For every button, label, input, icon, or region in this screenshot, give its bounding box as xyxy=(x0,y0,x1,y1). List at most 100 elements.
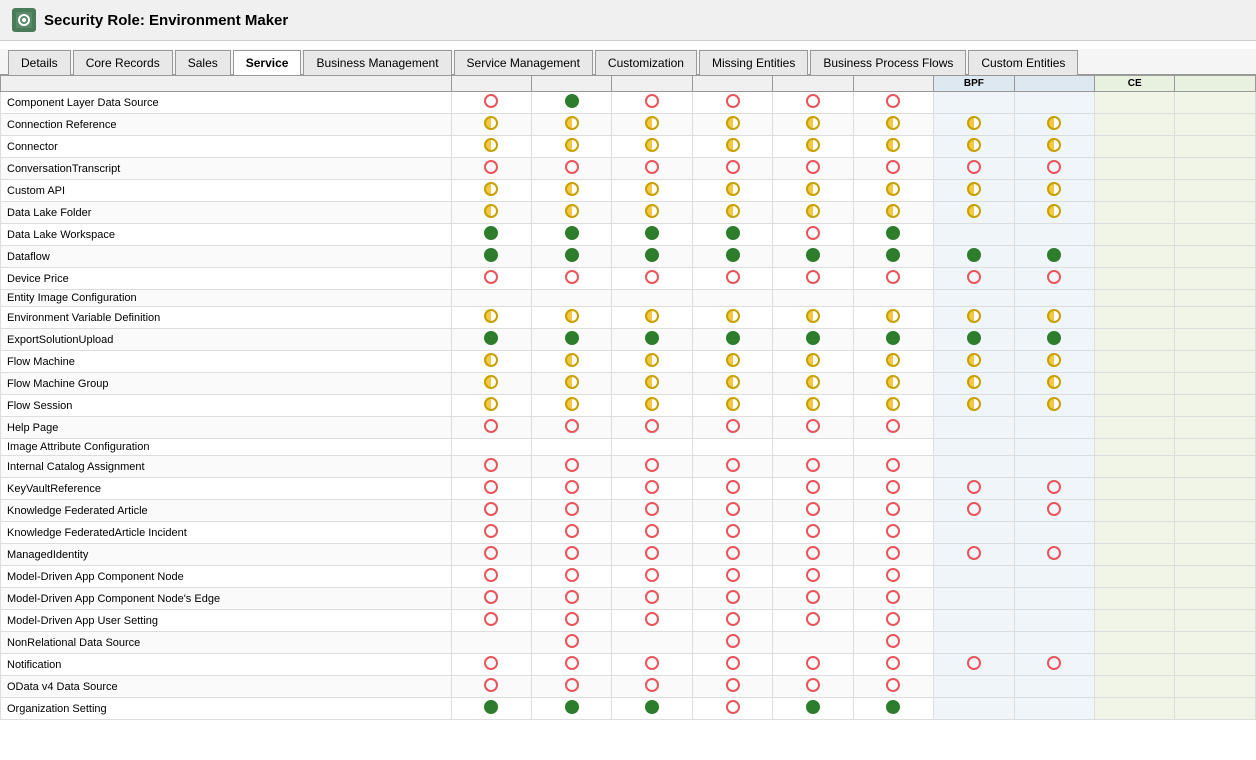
permission-cell[interactable] xyxy=(853,676,933,698)
permission-cell[interactable] xyxy=(531,676,611,698)
permission-cell[interactable] xyxy=(1014,290,1094,307)
permission-cell[interactable] xyxy=(531,202,611,224)
permission-cell-empty[interactable] xyxy=(1095,654,1175,676)
permission-cell[interactable] xyxy=(612,307,692,329)
permission-cell[interactable] xyxy=(531,158,611,180)
permission-cell[interactable] xyxy=(451,566,531,588)
permission-cell[interactable] xyxy=(531,456,611,478)
tab-service-management[interactable]: Service Management xyxy=(454,50,593,75)
permission-cell[interactable] xyxy=(773,329,853,351)
permission-cell[interactable] xyxy=(1014,676,1094,698)
permission-cell[interactable] xyxy=(692,351,772,373)
permission-cell[interactable] xyxy=(1014,180,1094,202)
permission-cell[interactable] xyxy=(853,158,933,180)
permission-cell[interactable] xyxy=(934,158,1014,180)
permission-cell[interactable] xyxy=(934,566,1014,588)
permission-cell-empty[interactable] xyxy=(1095,246,1175,268)
permission-cell[interactable] xyxy=(451,500,531,522)
permission-cell[interactable] xyxy=(612,500,692,522)
permission-cell-empty[interactable] xyxy=(1095,202,1175,224)
permission-cell[interactable] xyxy=(531,268,611,290)
permission-cell-empty[interactable] xyxy=(1175,478,1256,500)
permission-cell-empty[interactable] xyxy=(1175,588,1256,610)
permission-cell[interactable] xyxy=(853,395,933,417)
permission-cell[interactable] xyxy=(531,246,611,268)
permission-cell[interactable] xyxy=(773,522,853,544)
permission-cell[interactable] xyxy=(451,180,531,202)
permission-cell[interactable] xyxy=(773,544,853,566)
permission-cell-empty[interactable] xyxy=(1095,544,1175,566)
permission-cell[interactable] xyxy=(934,544,1014,566)
permission-cell[interactable] xyxy=(1014,395,1094,417)
permission-cell[interactable] xyxy=(1014,500,1094,522)
permission-cell[interactable] xyxy=(692,373,772,395)
permission-cell[interactable] xyxy=(1014,329,1094,351)
permission-cell[interactable] xyxy=(612,290,692,307)
permission-cell-empty[interactable] xyxy=(1095,676,1175,698)
permission-cell[interactable] xyxy=(612,610,692,632)
permission-cell[interactable] xyxy=(451,290,531,307)
permission-cell[interactable] xyxy=(1014,588,1094,610)
permission-cell[interactable] xyxy=(773,202,853,224)
permission-cell[interactable] xyxy=(451,588,531,610)
permission-cell[interactable] xyxy=(773,373,853,395)
permission-cell[interactable] xyxy=(692,456,772,478)
permission-cell[interactable] xyxy=(853,522,933,544)
permission-cell[interactable] xyxy=(531,114,611,136)
permission-cell-empty[interactable] xyxy=(1095,224,1175,246)
permission-cell[interactable] xyxy=(451,246,531,268)
permission-cell[interactable] xyxy=(612,676,692,698)
permission-cell[interactable] xyxy=(773,610,853,632)
permission-cell-empty[interactable] xyxy=(1175,676,1256,698)
permission-cell[interactable] xyxy=(773,224,853,246)
permission-cell[interactable] xyxy=(853,290,933,307)
permission-cell[interactable] xyxy=(451,351,531,373)
permission-cell[interactable] xyxy=(531,698,611,720)
permission-cell[interactable] xyxy=(773,395,853,417)
permission-cell[interactable] xyxy=(934,373,1014,395)
permission-cell[interactable] xyxy=(612,698,692,720)
permission-cell[interactable] xyxy=(934,307,1014,329)
permission-cell[interactable] xyxy=(531,224,611,246)
permission-cell-empty[interactable] xyxy=(1095,456,1175,478)
permission-cell[interactable] xyxy=(692,676,772,698)
permission-cell-empty[interactable] xyxy=(1175,224,1256,246)
permission-cell-empty[interactable] xyxy=(1095,92,1175,114)
tab-core-records[interactable]: Core Records xyxy=(73,50,173,75)
permission-cell[interactable] xyxy=(934,522,1014,544)
permission-cell[interactable] xyxy=(531,180,611,202)
permission-cell-empty[interactable] xyxy=(1175,373,1256,395)
permission-cell[interactable] xyxy=(773,290,853,307)
permission-cell-empty[interactable] xyxy=(1095,373,1175,395)
permission-cell[interactable] xyxy=(1014,202,1094,224)
permission-cell[interactable] xyxy=(451,373,531,395)
permission-cell[interactable] xyxy=(451,395,531,417)
permission-cell[interactable] xyxy=(451,676,531,698)
permission-cell[interactable] xyxy=(1014,268,1094,290)
permission-cell[interactable] xyxy=(451,654,531,676)
permission-cell-empty[interactable] xyxy=(1095,588,1175,610)
permission-cell[interactable] xyxy=(451,632,531,654)
permission-cell-empty[interactable] xyxy=(1095,632,1175,654)
permission-cell[interactable] xyxy=(451,456,531,478)
permission-cell-empty[interactable] xyxy=(1175,246,1256,268)
permission-cell[interactable] xyxy=(531,307,611,329)
permission-cell[interactable] xyxy=(531,373,611,395)
permission-cell[interactable] xyxy=(1014,136,1094,158)
permission-cell[interactable] xyxy=(451,698,531,720)
permission-cell[interactable] xyxy=(1014,114,1094,136)
permission-cell[interactable] xyxy=(934,588,1014,610)
permission-cell[interactable] xyxy=(853,478,933,500)
permission-cell[interactable] xyxy=(612,478,692,500)
permission-cell[interactable] xyxy=(934,351,1014,373)
permission-cell[interactable] xyxy=(612,588,692,610)
permission-cell[interactable] xyxy=(853,500,933,522)
permission-cell[interactable] xyxy=(853,566,933,588)
permission-cell[interactable] xyxy=(451,224,531,246)
permission-cell[interactable] xyxy=(612,544,692,566)
permission-cell[interactable] xyxy=(451,610,531,632)
permission-cell[interactable] xyxy=(531,566,611,588)
permission-cell[interactable] xyxy=(612,417,692,439)
tab-service[interactable]: Service xyxy=(233,50,302,75)
permission-cell[interactable] xyxy=(934,202,1014,224)
